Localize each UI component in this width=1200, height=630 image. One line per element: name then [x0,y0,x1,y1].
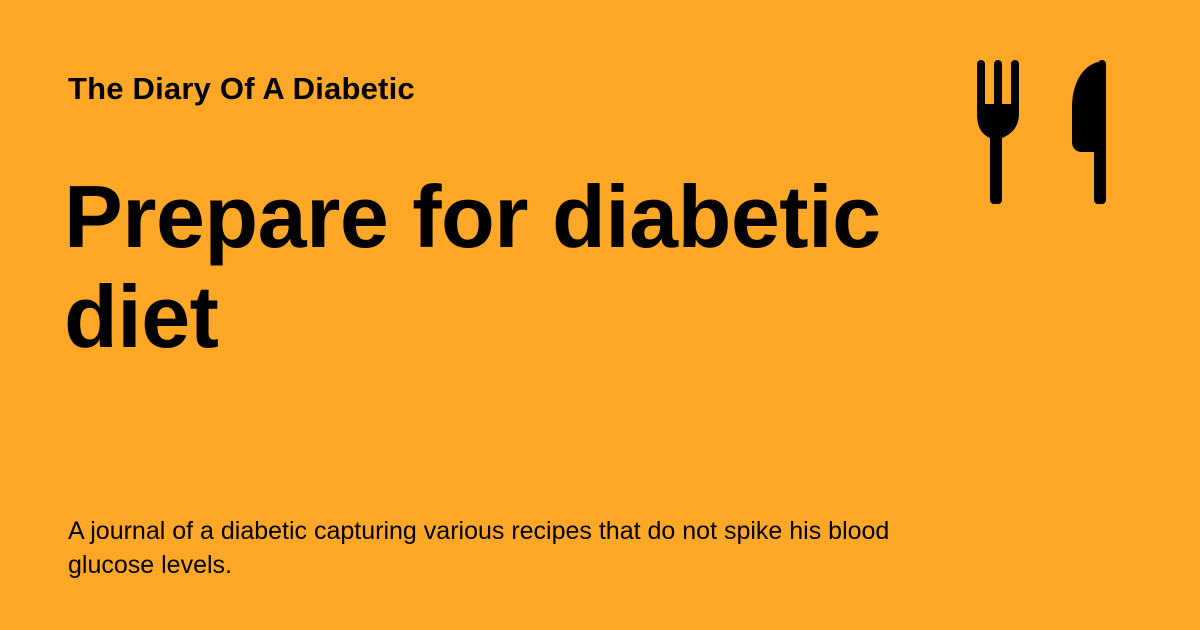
page-description: A journal of a diabetic capturing variou… [68,517,890,579]
site-name: The Diary Of A Diabetic [68,71,415,106]
fork-icon [977,60,1019,204]
fork-knife-icon [977,60,1106,204]
page-title: Prepare for diabetic diet [64,167,881,366]
og-card: The Diary Of A Diabetic Prepare for diab… [0,0,1200,630]
knife-icon [1072,60,1106,204]
